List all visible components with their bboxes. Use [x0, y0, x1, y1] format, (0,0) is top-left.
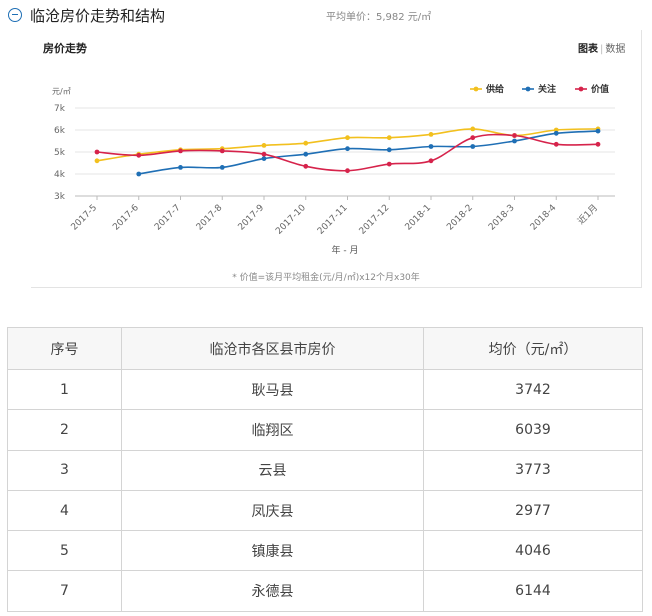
- data-point: [303, 151, 309, 157]
- data-point: [261, 156, 267, 162]
- table-row: 5 镇康县 4046: [7, 530, 643, 572]
- data-point: [386, 147, 392, 153]
- data-point: [470, 126, 476, 132]
- data-point: [470, 135, 476, 141]
- y-tick-label: 4k: [54, 170, 66, 180]
- table-cell: 4: [7, 489, 122, 532]
- district-price-table: 序号 临沧市各区县市房价 均价（元/㎡） 1 耿马县 3742 2 临翔区 6039 3 云县 37…: [7, 327, 643, 612]
- table-row: 3 云县 3773: [7, 449, 643, 491]
- table-row: 7 永德县 6144: [7, 570, 643, 612]
- series-line: [96, 128, 599, 162]
- table-cell: 2: [7, 409, 122, 451]
- data-point: [512, 138, 517, 144]
- table-cell: 云县: [121, 449, 424, 491]
- column-header: 临沧市各区县市房价: [121, 327, 424, 370]
- data-point: [428, 144, 434, 149]
- data-point: [428, 158, 434, 164]
- table-cell: 永德县: [121, 570, 424, 612]
- data-point: [345, 146, 350, 152]
- legend-label: 价值: [591, 83, 609, 95]
- data-point: [428, 132, 434, 137]
- table-cell: 镇康县: [121, 530, 424, 572]
- data-point: [136, 171, 142, 177]
- x-tick-label: 2017-7: [153, 203, 183, 233]
- x-tick-label: 2017-8: [195, 203, 225, 233]
- y-axis-unit: 元/㎡: [52, 87, 71, 96]
- table-row: 1 耿马县 3742: [7, 368, 643, 411]
- data-point: [178, 165, 183, 170]
- table-cell: 2977: [423, 489, 643, 532]
- chart-footnote: * 价值=该月平均租金(元/月/㎡)x12个月x30年: [232, 273, 420, 283]
- data-point: [345, 168, 350, 174]
- data-point: [345, 135, 350, 141]
- table-cell: 临翔区: [121, 409, 424, 451]
- data-point: [219, 165, 225, 170]
- table-cell: 3773: [423, 449, 643, 491]
- data-point: [470, 144, 476, 149]
- data-point: [386, 161, 392, 167]
- x-tick-label: 2018-1: [404, 203, 434, 233]
- table-cell: 耿马县: [121, 368, 424, 411]
- table-cell: 1: [7, 368, 122, 411]
- table-row: 2 临翔区 6039: [7, 409, 643, 451]
- x-tick-label: 2017-5: [70, 203, 100, 233]
- data-point: [94, 158, 100, 164]
- x-tick-label: 2017-9: [237, 203, 267, 233]
- table-cell: 凤庆县: [121, 489, 424, 532]
- legend-marker: [525, 86, 531, 92]
- data-point: [178, 148, 183, 154]
- x-tick-label: 近1月: [575, 202, 600, 227]
- column-header: 均价（元/㎡）: [423, 327, 643, 370]
- data-point: [261, 151, 267, 157]
- table-cell: 6039: [423, 409, 643, 451]
- table-cell: 3742: [423, 368, 643, 411]
- price-trend-chart: 3k 4k 5k 6k 7k 元/㎡ 2017-5 2017-6 2017-7 2017-8 201…: [52, 83, 615, 256]
- data-point: [136, 152, 142, 158]
- x-tick-label: 2017-6: [111, 203, 141, 233]
- data-point: [386, 135, 392, 141]
- x-tick-label: 2018-4: [529, 203, 559, 233]
- table-header-row: 序号 临沧市各区县市房价 均价（元/㎡）: [7, 327, 643, 370]
- x-tick-label: 2017-11: [316, 203, 350, 237]
- x-tick-label: 2018-3: [487, 203, 517, 233]
- table-cell: 4046: [423, 530, 643, 572]
- table-row: 4 凤庆县 2977: [7, 489, 643, 532]
- table-cell: 3: [7, 449, 122, 491]
- legend-label: 关注: [538, 83, 556, 95]
- y-tick-label: 7k: [54, 104, 66, 114]
- column-header: 序号: [7, 327, 122, 370]
- data-point: [553, 130, 559, 136]
- data-point: [219, 148, 225, 154]
- data-point: [303, 140, 309, 146]
- y-tick-label: 3k: [54, 192, 66, 202]
- table-cell: 6144: [423, 570, 643, 612]
- data-point: [595, 141, 601, 147]
- y-tick-label: 6k: [54, 126, 66, 136]
- x-tick-label: 2018-2: [445, 203, 475, 233]
- legend-label: 供给: [485, 83, 504, 95]
- legend-marker: [473, 86, 479, 92]
- table-body: 1 耿马县 3742 2 临翔区 6039 3 云县 3773 4 凤庆县 2977 5 镇康县 4046 7…: [7, 368, 643, 612]
- data-point: [595, 128, 601, 134]
- x-tick-label: 2017-10: [274, 203, 308, 237]
- y-tick-label: 5k: [54, 148, 66, 158]
- table-cell: 7: [7, 570, 122, 612]
- x-axis-label: 年 - 月: [332, 244, 359, 256]
- legend-marker: [578, 86, 584, 92]
- data-point: [553, 141, 559, 147]
- data-point: [303, 163, 309, 169]
- data-point: [261, 143, 267, 148]
- table-cell: 5: [7, 530, 122, 572]
- data-point: [512, 133, 517, 138]
- x-tick-label: 2017-12: [358, 203, 392, 237]
- data-point: [94, 149, 100, 155]
